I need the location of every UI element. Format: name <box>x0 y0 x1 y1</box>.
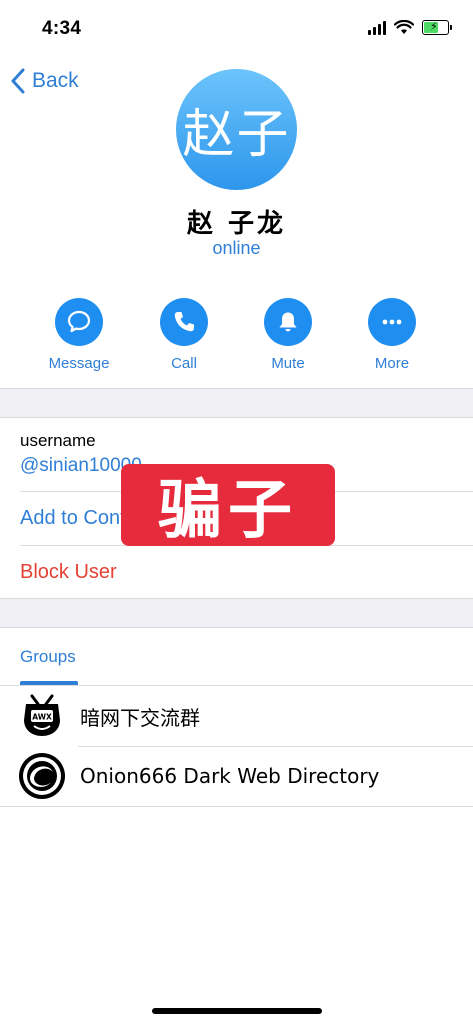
home-indicator <box>152 1008 322 1014</box>
group-name: Onion666 Dark Web Directory <box>80 764 380 788</box>
profile-avatar[interactable]: 赵子 <box>176 69 297 190</box>
section-separator <box>0 388 473 418</box>
cellular-signal-icon <box>368 20 386 35</box>
more-button[interactable]: More <box>342 298 442 372</box>
message-button[interactable]: Message <box>29 298 129 372</box>
back-label: Back <box>32 69 79 92</box>
username-caption: username <box>20 431 96 450</box>
battery-icon: ⚡ <box>422 20 452 35</box>
more-dots-icon <box>382 319 402 325</box>
message-label: Message <box>48 355 110 372</box>
mute-label: Mute <box>271 355 305 372</box>
row-divider <box>0 806 473 807</box>
tab-groups[interactable]: Groups <box>20 647 76 667</box>
awx-tv-icon: AWX <box>18 692 66 740</box>
section-separator <box>0 598 473 628</box>
back-button[interactable]: Back <box>10 68 79 94</box>
chat-bubble-icon <box>67 310 91 333</box>
block-user-button[interactable]: Block User <box>20 561 117 584</box>
group-item-1[interactable]: AWX 暗网下交流群 <box>0 686 473 746</box>
mute-button[interactable]: Mute <box>238 298 338 372</box>
onion-circle-icon <box>18 752 66 800</box>
call-button[interactable]: Call <box>134 298 234 372</box>
awx-icon-text: AWX <box>32 713 52 722</box>
group-item-2[interactable]: Onion666 Dark Web Directory <box>0 746 473 806</box>
status-icons: ⚡ <box>368 20 452 35</box>
scam-warning-badge: 骗子 <box>121 464 335 548</box>
action-bar: Message Call Mute More <box>0 298 473 378</box>
chevron-left-icon <box>11 68 25 94</box>
wifi-icon <box>394 20 414 34</box>
call-label: Call <box>171 355 197 372</box>
phone-icon <box>174 312 194 332</box>
profile-name: 赵 子龙 <box>186 209 287 239</box>
presence-status: online <box>212 238 261 258</box>
group-name: 暗网下交流群 <box>80 705 200 730</box>
bell-icon <box>279 312 297 332</box>
more-label: More <box>374 355 410 372</box>
status-time: 4:34 <box>42 18 82 39</box>
